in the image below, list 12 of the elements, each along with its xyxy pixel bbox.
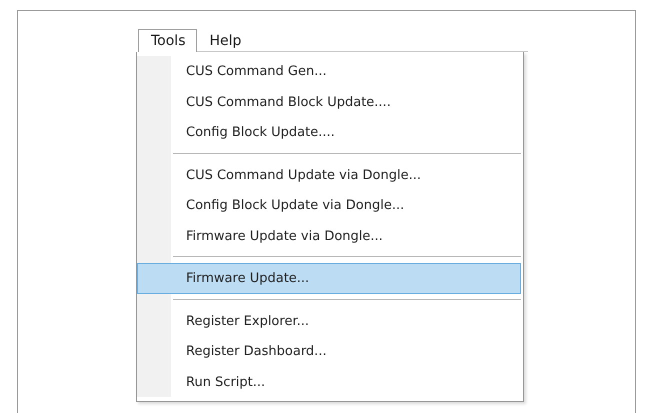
menu-item[interactable]: Firmware Update... [137, 263, 521, 294]
menu-item[interactable]: Register Dashboard... [137, 336, 521, 366]
menu-item[interactable]: Register Explorer... [137, 306, 521, 336]
menu-item[interactable]: CUS Command Gen... [137, 56, 521, 86]
menu-item[interactable]: Config Block Update.... [137, 117, 521, 148]
menu-item[interactable]: Firmware Update via Dongle... [137, 220, 521, 251]
menu-item[interactable]: CUS Command Block Update.... [137, 86, 521, 117]
menu-item[interactable]: Run Script... [137, 366, 521, 397]
menu-item[interactable]: CUS Command Update via Dongle... [137, 160, 521, 190]
menu-bar-item[interactable]: Help [196, 29, 252, 51]
menu-item[interactable]: Config Block Update via Dongle... [137, 190, 521, 220]
menu-bar-item[interactable]: Tools [138, 29, 196, 52]
